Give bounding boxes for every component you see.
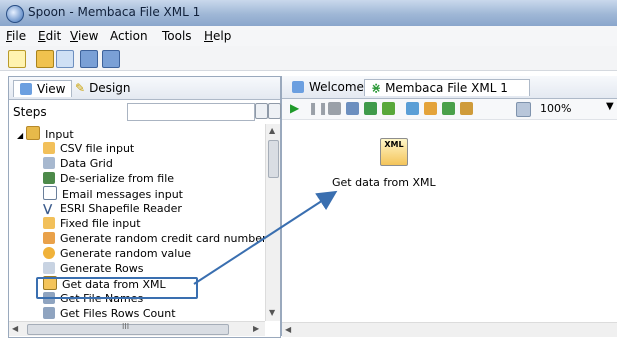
drag-arrow	[193, 190, 338, 285]
